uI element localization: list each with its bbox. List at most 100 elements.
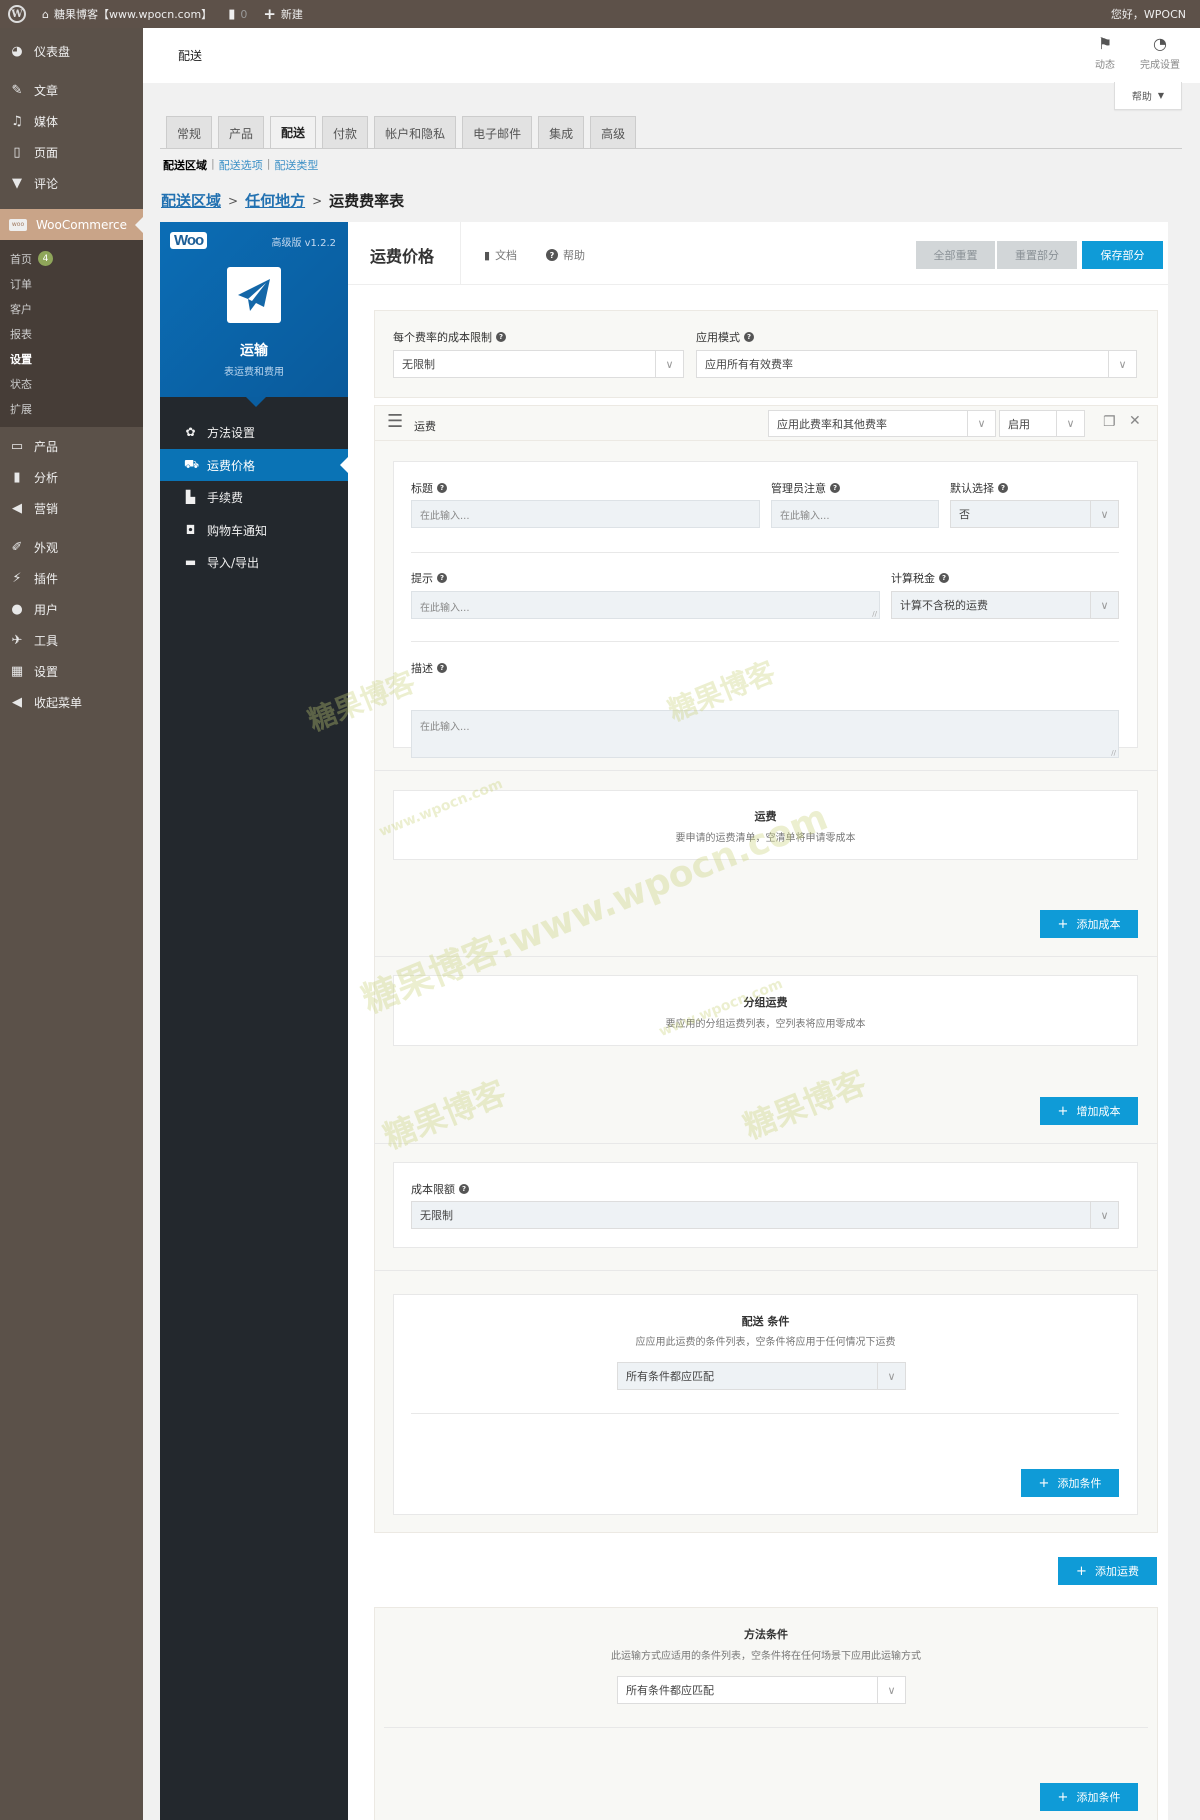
sidebar-item-products[interactable]: ▭ 产品 <box>0 431 143 462</box>
comments-link[interactable]: ▮ 0 <box>220 0 255 28</box>
submenu-item-home[interactable]: 首页 4 <box>0 246 143 271</box>
chevron-down-icon: ∨ <box>1056 411 1084 436</box>
tab-advanced[interactable]: 高级 <box>590 116 637 149</box>
sidebar-item-posts[interactable]: ✎ 文章 <box>0 75 143 106</box>
cost-limit-select[interactable]: 无限制 ∨ <box>393 350 684 378</box>
tab-accounts-privacy[interactable]: 帐户和隐私 <box>374 116 457 149</box>
divider <box>411 552 1119 553</box>
costs-subtitle: 要申请的运费清单，空清单将申请零成本 <box>675 833 856 844</box>
sidebar-item-users[interactable]: ● 用户 <box>0 594 143 625</box>
rate-conditions-match-select[interactable]: 所有条件都应匹配 ∨ <box>617 1362 906 1390</box>
help-icon[interactable]: ? <box>496 332 506 342</box>
toolbar-divider <box>460 222 461 285</box>
help-icon[interactable]: ? <box>437 573 447 583</box>
help-icon[interactable]: ? <box>459 1184 469 1194</box>
sidebar-item-marketing[interactable]: ◀ 营销 <box>0 493 143 524</box>
plugin-nav-method-settings[interactable]: ✿ 方法设置 <box>160 416 348 448</box>
tab-integration[interactable]: 集成 <box>538 116 585 149</box>
reset-all-button[interactable]: 全部重置 <box>916 241 995 269</box>
pin-icon: ✎ <box>11 83 23 98</box>
help-link[interactable]: ? 帮助 <box>546 247 585 263</box>
submenu-item-reports[interactable]: 报表 <box>0 321 143 346</box>
sublink-shipping-zones[interactable]: 配送区域 <box>163 157 207 173</box>
tab-general[interactable]: 常规 <box>166 116 213 149</box>
help-icon[interactable]: ? <box>437 663 447 673</box>
gear-icon: ✿ <box>185 425 196 439</box>
wp-logo-button[interactable]: W <box>0 0 34 28</box>
tab-emails[interactable]: 电子邮件 <box>462 116 533 149</box>
tab-shipping[interactable]: 配送 <box>270 116 317 149</box>
tip-textarea[interactable]: 在此输入... <box>411 591 880 619</box>
plugin-nav-import-export[interactable]: ▬ 导入/导出 <box>160 546 348 578</box>
plugin-nav-shipping-rates[interactable]: ⛟ 运费价格 <box>160 449 348 481</box>
chevron-down-icon: ∨ <box>1090 1202 1118 1228</box>
progress-circle-icon: ◔ <box>1153 34 1167 53</box>
help-icon[interactable]: ? <box>437 483 447 493</box>
docs-link[interactable]: ▮ 文档 <box>484 247 517 263</box>
breadcrumb-shipping-zones[interactable]: 配送区域 <box>161 190 221 211</box>
cost-cap-select[interactable]: 无限制 ∨ <box>411 1201 1119 1229</box>
plugin-nav-cart-notices[interactable]: ◘ 购物车通知 <box>160 514 348 546</box>
sidebar-item-media[interactable]: ♫ 媒体 <box>0 106 143 137</box>
help-tab-button[interactable]: 帮助 ▼ <box>1114 82 1182 110</box>
new-content-link[interactable]: + 新建 <box>255 0 311 28</box>
submenu-item-customers[interactable]: 客户 <box>0 296 143 321</box>
title-label: 标题? <box>411 480 447 496</box>
save-section-button[interactable]: 保存部分 <box>1082 241 1163 269</box>
submenu-item-orders[interactable]: 订单 <box>0 271 143 296</box>
sidebar-item-dashboard[interactable]: ◕ 仪表盘 <box>0 36 143 67</box>
tax-select[interactable]: 计算不含税的运费 ∨ <box>891 591 1119 619</box>
rate-combine-select[interactable]: 应用此费率和其他费率 ∨ <box>768 410 996 437</box>
description-textarea[interactable]: 在此输入... <box>411 710 1119 758</box>
plugin-nav-handling-fees[interactable]: ▙ 手续费 <box>160 481 348 513</box>
close-icon[interactable]: ✕ <box>1129 413 1141 429</box>
drag-handle-icon[interactable]: ☰ <box>387 411 403 432</box>
sidebar-item-collapse[interactable]: ◀ 收起菜单 <box>0 687 143 718</box>
add-group-cost-button[interactable]: + 增加成本 <box>1040 1097 1138 1125</box>
help-icon[interactable]: ? <box>998 483 1008 493</box>
cost-cap-label: 成本限额? <box>411 1181 469 1197</box>
sidebar-item-comments[interactable]: ▼ 评论 <box>0 168 143 199</box>
divider <box>374 770 1158 771</box>
sidebar-item-pages[interactable]: ▯ 页面 <box>0 137 143 168</box>
default-select[interactable]: 否 ∨ <box>950 500 1119 528</box>
admin-note-input[interactable]: 在此输入... <box>771 500 939 528</box>
admin-bar: W ⌂ 糖果博客【www.wpocn.com】 ▮ 0 + 新建 您好，WPOCN <box>0 0 1200 28</box>
sidebar-item-woocommerce[interactable]: woo WooCommerce <box>0 209 143 240</box>
add-rate-condition-button[interactable]: + 添加条件 <box>1021 1469 1119 1497</box>
submenu-item-status[interactable]: 状态 <box>0 371 143 396</box>
add-rate-button[interactable]: + 添加运费 <box>1058 1557 1157 1585</box>
tab-products[interactable]: 产品 <box>218 116 265 149</box>
reset-section-button[interactable]: 重置部分 <box>997 241 1077 269</box>
method-conditions-match-select[interactable]: 所有条件都应匹配 ∨ <box>617 1676 906 1704</box>
sublink-shipping-classes[interactable]: 配送类型 <box>274 157 318 173</box>
submenu-item-settings[interactable]: 设置 <box>0 346 143 371</box>
submenu-item-extensions[interactable]: 扩展 <box>0 396 143 421</box>
help-icon[interactable]: ? <box>939 573 949 583</box>
help-icon[interactable]: ? <box>744 332 754 342</box>
finish-setup-button[interactable]: ◔ 完成设置 <box>1140 34 1180 71</box>
site-name-link[interactable]: ⌂ 糖果博客【www.wpocn.com】 <box>34 0 220 28</box>
sidebar-item-settings[interactable]: ▦ 设置 <box>0 656 143 687</box>
sidebar-item-plugins[interactable]: ⚡ 插件 <box>0 563 143 594</box>
account-menu[interactable]: 您好，WPOCN <box>1103 0 1200 28</box>
duplicate-icon[interactable]: ❐ <box>1103 414 1116 430</box>
title-input[interactable]: 在此输入... <box>411 500 760 528</box>
sidebar-item-appearance[interactable]: ✐ 外观 <box>0 532 143 563</box>
comment-icon: ▮ <box>228 6 236 22</box>
divider <box>411 641 1119 642</box>
add-cost-button[interactable]: + 添加成本 <box>1040 910 1138 938</box>
tab-payments[interactable]: 付款 <box>322 116 369 149</box>
sidebar-item-analytics[interactable]: ▮ 分析 <box>0 462 143 493</box>
apply-mode-select[interactable]: 应用所有有效费率 ∨ <box>696 350 1137 378</box>
breadcrumb-everywhere[interactable]: 任何地方 <box>245 190 305 211</box>
sidebar-item-tools[interactable]: ✈ 工具 <box>0 625 143 656</box>
plugin-version: 高级版 v1.2.2 <box>271 238 336 249</box>
sublink-shipping-options[interactable]: 配送选项 <box>219 157 263 173</box>
activity-button[interactable]: ⚑ 动态 <box>1095 34 1115 71</box>
rate-status-select[interactable]: 启用 ∨ <box>999 410 1085 437</box>
help-icon[interactable]: ? <box>830 483 840 493</box>
divider <box>384 1727 1148 1728</box>
add-method-condition-button[interactable]: + 添加条件 <box>1040 1783 1138 1811</box>
group-costs-title: 分组运费 <box>743 996 788 1009</box>
